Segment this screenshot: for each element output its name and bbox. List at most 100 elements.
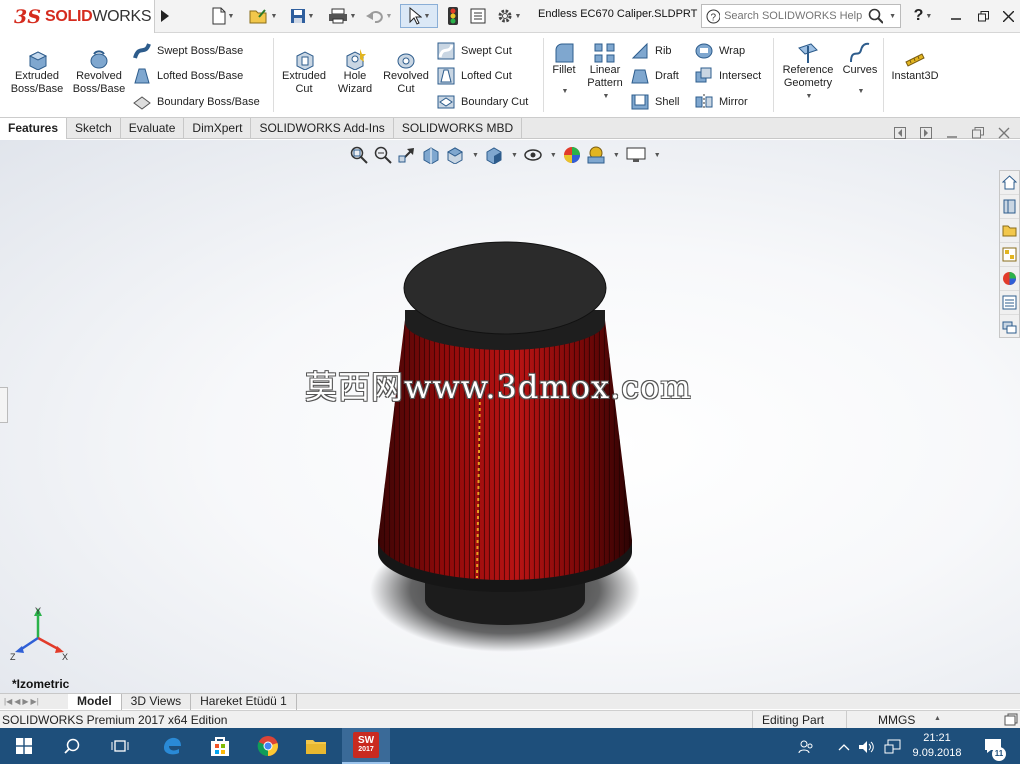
graphics-area[interactable]: ▼ ▼ ▼ ▼ ▼ 莫西网www.3dmox.com Y X Z *Izomet… [0, 127, 1020, 693]
lofted-cut-button[interactable]: Lofted Cut [437, 67, 512, 85]
revolved-boss-button[interactable]: Revolved Boss/Base [70, 48, 128, 96]
bottom-tab-2[interactable]: Hareket Etüdü 1 [191, 693, 297, 710]
file-explorer-button[interactable] [292, 728, 340, 764]
rebuild-status-icon[interactable] [1004, 713, 1018, 727]
minimize-window-button[interactable] [946, 4, 966, 28]
curves-button[interactable]: Curves ▼ [840, 42, 880, 98]
edit-appearance-icon[interactable] [563, 146, 581, 164]
start-button[interactable] [0, 728, 48, 764]
linear-pattern-button[interactable]: Linear Pattern ▼ [584, 42, 626, 103]
close-window-button[interactable] [998, 4, 1018, 28]
help-search-box[interactable]: ? ▼ [701, 4, 901, 28]
apply-scene-icon[interactable] [587, 146, 605, 164]
hide-show-items-icon[interactable] [524, 146, 542, 164]
tab-features[interactable]: Features [0, 118, 68, 139]
bottom-tab-1[interactable]: 3D Views [122, 693, 192, 710]
fillet-button[interactable]: Fillet ▼ [548, 42, 580, 98]
prev-tab-arrow-icon[interactable]: ◀ [14, 697, 20, 706]
menu-expand-arrow-icon[interactable] [158, 4, 172, 28]
reference-geometry-dropdown-icon[interactable]: ▼ [806, 90, 813, 103]
extruded-boss-button[interactable]: Extruded Boss/Base [8, 48, 66, 96]
graphics-restore-icon[interactable] [972, 127, 984, 139]
bottom-tab-0[interactable]: Model [68, 693, 122, 710]
previous-view-icon[interactable] [398, 146, 416, 164]
clock[interactable]: 21:21 9.09.2018 [904, 731, 970, 761]
volume-icon[interactable] [858, 739, 874, 755]
chrome-button[interactable] [244, 728, 292, 764]
new-document-button[interactable]: ▼ [205, 4, 241, 28]
tab-sketch[interactable]: Sketch [67, 118, 121, 139]
view-palette-tab[interactable] [1000, 243, 1019, 267]
store-button[interactable] [196, 728, 244, 764]
tab-solidworks-add-ins[interactable]: SOLIDWORKS Add-Ins [251, 118, 394, 139]
network-icon[interactable] [884, 739, 902, 755]
previous-doc-icon[interactable] [894, 127, 906, 139]
task-view-button[interactable] [96, 728, 144, 764]
feature-manager-toggle-handle[interactable] [0, 387, 8, 423]
tab-evaluate[interactable]: Evaluate [121, 118, 185, 139]
section-view-icon[interactable] [422, 146, 440, 164]
undo-button[interactable]: ▼ [362, 4, 396, 28]
help-button[interactable]: ? ▼ [910, 4, 936, 28]
file-properties-button[interactable] [468, 4, 488, 28]
rib-button[interactable]: Rib [631, 42, 672, 60]
display-style-icon[interactable] [485, 146, 503, 164]
graphics-close-icon[interactable] [998, 127, 1010, 139]
tab-dimxpert[interactable]: DimXpert [184, 118, 252, 139]
rebuild-button[interactable] [444, 4, 462, 28]
search-icon[interactable] [868, 8, 884, 24]
zoom-to-area-icon[interactable] [374, 146, 392, 164]
custom-properties-tab[interactable] [1000, 291, 1019, 315]
last-tab-arrow-icon[interactable]: ▶| [31, 697, 39, 706]
options-button[interactable]: ▼ [492, 4, 526, 28]
revolved-cut-button[interactable]: Revolved Cut [380, 48, 432, 96]
edge-browser-button[interactable] [148, 728, 196, 764]
units-up-arrow-icon[interactable]: ▲ [934, 715, 941, 722]
tab-solidworks-mbd[interactable]: SOLIDWORKS MBD [394, 118, 523, 139]
next-doc-icon[interactable] [920, 127, 932, 139]
lofted-boss-button[interactable]: Lofted Boss/Base [133, 67, 243, 85]
zoom-to-fit-icon[interactable] [350, 146, 368, 164]
swept-cut-button[interactable]: Swept Cut [437, 42, 512, 60]
appearances-tab[interactable] [1000, 267, 1019, 291]
people-icon[interactable] [798, 739, 814, 755]
file-explorer-tab[interactable] [1000, 219, 1019, 243]
intersect-button[interactable]: Intersect [695, 67, 761, 85]
first-tab-arrow-icon[interactable]: |◀ [4, 697, 12, 706]
solidworks-resources-tab[interactable] [1000, 171, 1019, 195]
fillet-dropdown-icon[interactable]: ▼ [562, 85, 569, 98]
print-button[interactable]: ▼ [323, 4, 361, 28]
instant3d-button[interactable]: Instant3D [888, 48, 942, 83]
graphics-minimize-icon[interactable] [946, 127, 958, 139]
restore-window-button[interactable] [973, 4, 993, 28]
draft-button[interactable]: Draft [631, 67, 679, 85]
save-button[interactable]: ▼ [284, 4, 320, 28]
open-document-button[interactable]: ▼ [244, 4, 282, 28]
air-filter-model[interactable] [360, 240, 660, 660]
boundary-boss-button[interactable]: Boundary Boss/Base [133, 93, 260, 111]
swept-boss-button[interactable]: Swept Boss/Base [133, 42, 243, 60]
solidworks-taskbar-button[interactable]: SW 2017 [342, 728, 390, 764]
view-orientation-icon[interactable] [446, 146, 464, 164]
curves-dropdown-icon[interactable]: ▼ [858, 85, 865, 98]
next-tab-arrow-icon[interactable]: ▶ [22, 697, 28, 706]
boundary-cut-button[interactable]: Boundary Cut [437, 93, 528, 111]
design-library-tab[interactable] [1000, 195, 1019, 219]
view-settings-icon[interactable] [626, 146, 646, 164]
shell-button[interactable]: Shell [631, 93, 679, 111]
show-hidden-icons-chevron-icon[interactable] [838, 742, 850, 752]
linear-pattern-dropdown-icon[interactable]: ▼ [603, 90, 610, 103]
solidworks-logo[interactable]: 3S SOLIDWORKS [0, 0, 155, 33]
unit-system-selector[interactable]: MMGS [878, 713, 915, 727]
wrap-button[interactable]: Wrap [695, 42, 745, 60]
extruded-cut-button[interactable]: Extruded Cut [278, 48, 330, 96]
hole-wizard-button[interactable]: Hole Wizard [332, 48, 378, 96]
select-button[interactable]: ▼ [400, 4, 438, 28]
help-search-input[interactable] [724, 10, 865, 22]
action-center-button[interactable]: 11 [984, 738, 1006, 761]
reference-geometry-button[interactable]: Reference Geometry ▼ [779, 42, 837, 103]
forum-tab[interactable] [1000, 315, 1019, 339]
search-options-arrow-icon[interactable]: ▼ [889, 13, 896, 20]
search-taskbar-button[interactable] [48, 728, 96, 764]
mirror-button[interactable]: Mirror [695, 93, 748, 111]
